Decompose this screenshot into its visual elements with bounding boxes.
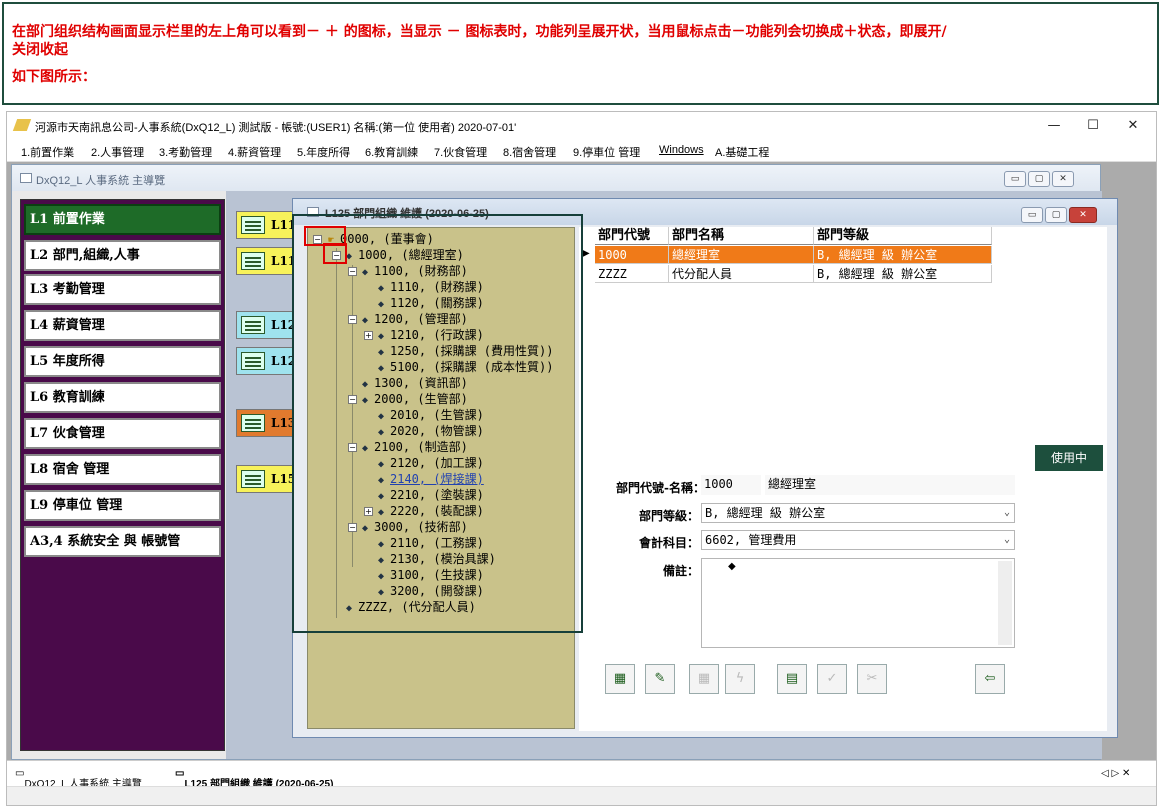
menu-item-1[interactable]: 1.前置作業 <box>21 144 74 160</box>
note-textarea[interactable]: ◆ <box>701 558 1015 648</box>
account-label: 會計科目： <box>638 536 699 550</box>
nav-item-l7[interactable]: L7 伙食管理 <box>24 418 221 449</box>
instruction-panel: 在部门组织结构画面显示栏里的左上角可以看到－ ＋ 的图标，当显示 － 图标表时，… <box>2 2 1159 105</box>
dept-grid[interactable]: 部門代號 部門名稱 部門等級 ▶ 1000 總經理室 B, 總經理 級 辦公室 … <box>579 227 1107 447</box>
scrollbar[interactable] <box>998 561 1012 645</box>
taskbar-arrows[interactable]: ◁ ▷ ✕ <box>1101 768 1130 779</box>
highlight-tree-frame <box>292 214 583 633</box>
main-restore-button[interactable]: ▢ <box>1028 171 1050 187</box>
status-badge: 使用中 <box>1035 445 1103 471</box>
maximize-button[interactable]: ☐ <box>1078 116 1108 136</box>
dialog-close-button[interactable]: ✕ <box>1069 207 1097 223</box>
window-icon <box>20 173 32 183</box>
app-icon <box>12 119 32 131</box>
status-bar <box>7 786 1156 805</box>
code-name-label: 部門代號-名稱： <box>616 481 705 495</box>
import-icon[interactable]: ▤ <box>777 664 807 694</box>
table-cell[interactable]: 1000 <box>595 246 669 264</box>
nav-item-l6[interactable]: L6 教育訓練 <box>24 382 221 413</box>
dept-code-field[interactable]: 1000 <box>701 475 761 495</box>
title-bar: 河源市天南訊息公司-人事系統(DxQ12_L) 測試版 - 帳號:(USER1)… <box>7 112 1156 140</box>
menu-item-8[interactable]: 8.宿舍管理 <box>503 144 556 160</box>
note-label: 備註： <box>662 564 699 578</box>
edit-record-icon[interactable]: ✎ <box>645 664 675 694</box>
nav-item-l1[interactable]: L1 前置作業 <box>24 204 221 235</box>
text-cursor: ◆ <box>728 561 736 572</box>
col-header-code[interactable]: 部門代號 <box>595 227 669 245</box>
nav-item-l2[interactable]: L2 部門,組織,人事 <box>24 240 221 271</box>
instruction-line-1: 在部门组织结构画面显示栏里的左上角可以看到－ ＋ 的图标，当显示 － 图标表时，… <box>12 24 947 40</box>
account-select[interactable]: 6602, 管理費用 ⌄ <box>701 530 1015 550</box>
instruction-line-2: 关闭收起 <box>12 42 68 58</box>
form-icon <box>241 216 265 234</box>
col-header-level[interactable]: 部門等級 <box>814 227 992 245</box>
form-icon <box>241 470 265 488</box>
menu-bar: 1.前置作業 2.人事管理 3.考勤管理 4.薪資管理 5.年度所得 6.教育訓… <box>7 140 1156 162</box>
taskbar-item-l125[interactable]: ▭ L125 部門組織 維護 (2020-06-25) <box>175 768 333 790</box>
menu-item-a[interactable]: A.基礎工程 <box>715 144 769 160</box>
dialog-minimize-button[interactable]: ▭ <box>1021 207 1043 223</box>
menu-item-3[interactable]: 3.考勤管理 <box>159 144 212 160</box>
taskbar: ▭ DxQ12_L 人事系統 主導覽 ▭ L125 部門組織 維護 (2020-… <box>7 760 1156 790</box>
menu-item-5[interactable]: 5.年度所得 <box>297 144 350 160</box>
menu-item-4[interactable]: 4.薪資管理 <box>228 144 281 160</box>
lightning-icon[interactable]: ϟ <box>725 664 755 694</box>
dept-name-field[interactable]: 總經理室 <box>765 475 1015 495</box>
nav-item-l4[interactable]: L4 薪資管理 <box>24 310 221 341</box>
menu-item-windows[interactable]: Windows <box>659 144 704 156</box>
dept-level-select[interactable]: B, 總經理 級 辦公室 ⌄ <box>701 503 1015 523</box>
taskbar-item-main[interactable]: ▭ DxQ12_L 人事系統 主導覽 <box>15 768 142 790</box>
nav-item-l5[interactable]: L5 年度所得 <box>24 346 221 377</box>
table-cell[interactable]: 總經理室 <box>669 246 814 264</box>
instruction-line-3: 如下图所示： <box>12 69 96 85</box>
table-cell[interactable]: B, 總經理 級 辦公室 <box>814 265 992 283</box>
main-close-button[interactable]: ✕ <box>1052 171 1074 187</box>
table-cell[interactable]: 代分配人員 <box>669 265 814 283</box>
nav-item-l8[interactable]: L8 宿舍 管理 <box>24 454 221 485</box>
chevron-down-icon: ⌄ <box>1003 507 1010 518</box>
nav-item-a34[interactable]: A3,4 系統安全 與 帳號管 <box>24 526 221 557</box>
app-title: 河源市天南訊息公司-人事系統(DxQ12_L) 測試版 - 帳號:(USER1)… <box>35 122 517 134</box>
close-button[interactable]: ✕ <box>1118 116 1148 136</box>
main-nav-header: DxQ12_L 人事系統 主導覽 ▭ ▢ ✕ <box>12 165 1100 191</box>
table-cell[interactable]: ZZZZ <box>595 265 669 283</box>
form-icon <box>241 352 265 370</box>
confirm-icon[interactable]: ✓ <box>817 664 847 694</box>
form-icon <box>241 316 265 334</box>
table-cell[interactable]: B, 總經理 級 辦公室 <box>814 246 992 264</box>
chevron-down-icon: ⌄ <box>1003 534 1010 545</box>
main-minimize-button[interactable]: ▭ <box>1004 171 1026 187</box>
col-header-name[interactable]: 部門名稱 <box>669 227 814 245</box>
menu-item-7[interactable]: 7.伙食管理 <box>434 144 487 160</box>
delete-record-icon[interactable]: ▦ <box>689 664 719 694</box>
minimize-button[interactable]: — <box>1039 116 1069 136</box>
form-icon <box>241 252 265 270</box>
exit-icon[interactable]: ⇦ <box>975 664 1005 694</box>
add-record-icon[interactable]: ▦ <box>605 664 635 694</box>
form-icon <box>241 414 265 432</box>
highlight-collapse-child <box>323 243 347 264</box>
nav-panel: L1 前置作業 L2 部門,組織,人事 L3 考勤管理 L4 薪資管理 L5 年… <box>20 199 225 751</box>
menu-item-9[interactable]: 9.停車位 管理 <box>573 144 640 160</box>
main-nav-title: DxQ12_L 人事系統 主導覽 <box>36 175 166 187</box>
level-label: 部門等級： <box>638 509 699 523</box>
nav-item-l3[interactable]: L3 考勤管理 <box>24 274 221 305</box>
menu-item-6[interactable]: 6.教育訓練 <box>365 144 418 160</box>
menu-item-2[interactable]: 2.人事管理 <box>91 144 144 160</box>
nav-item-l9[interactable]: L9 停車位 管理 <box>24 490 221 521</box>
dialog-restore-button[interactable]: ▢ <box>1045 207 1067 223</box>
row-pointer-icon: ▶ <box>582 248 590 259</box>
cancel-icon[interactable]: ✂ <box>857 664 887 694</box>
